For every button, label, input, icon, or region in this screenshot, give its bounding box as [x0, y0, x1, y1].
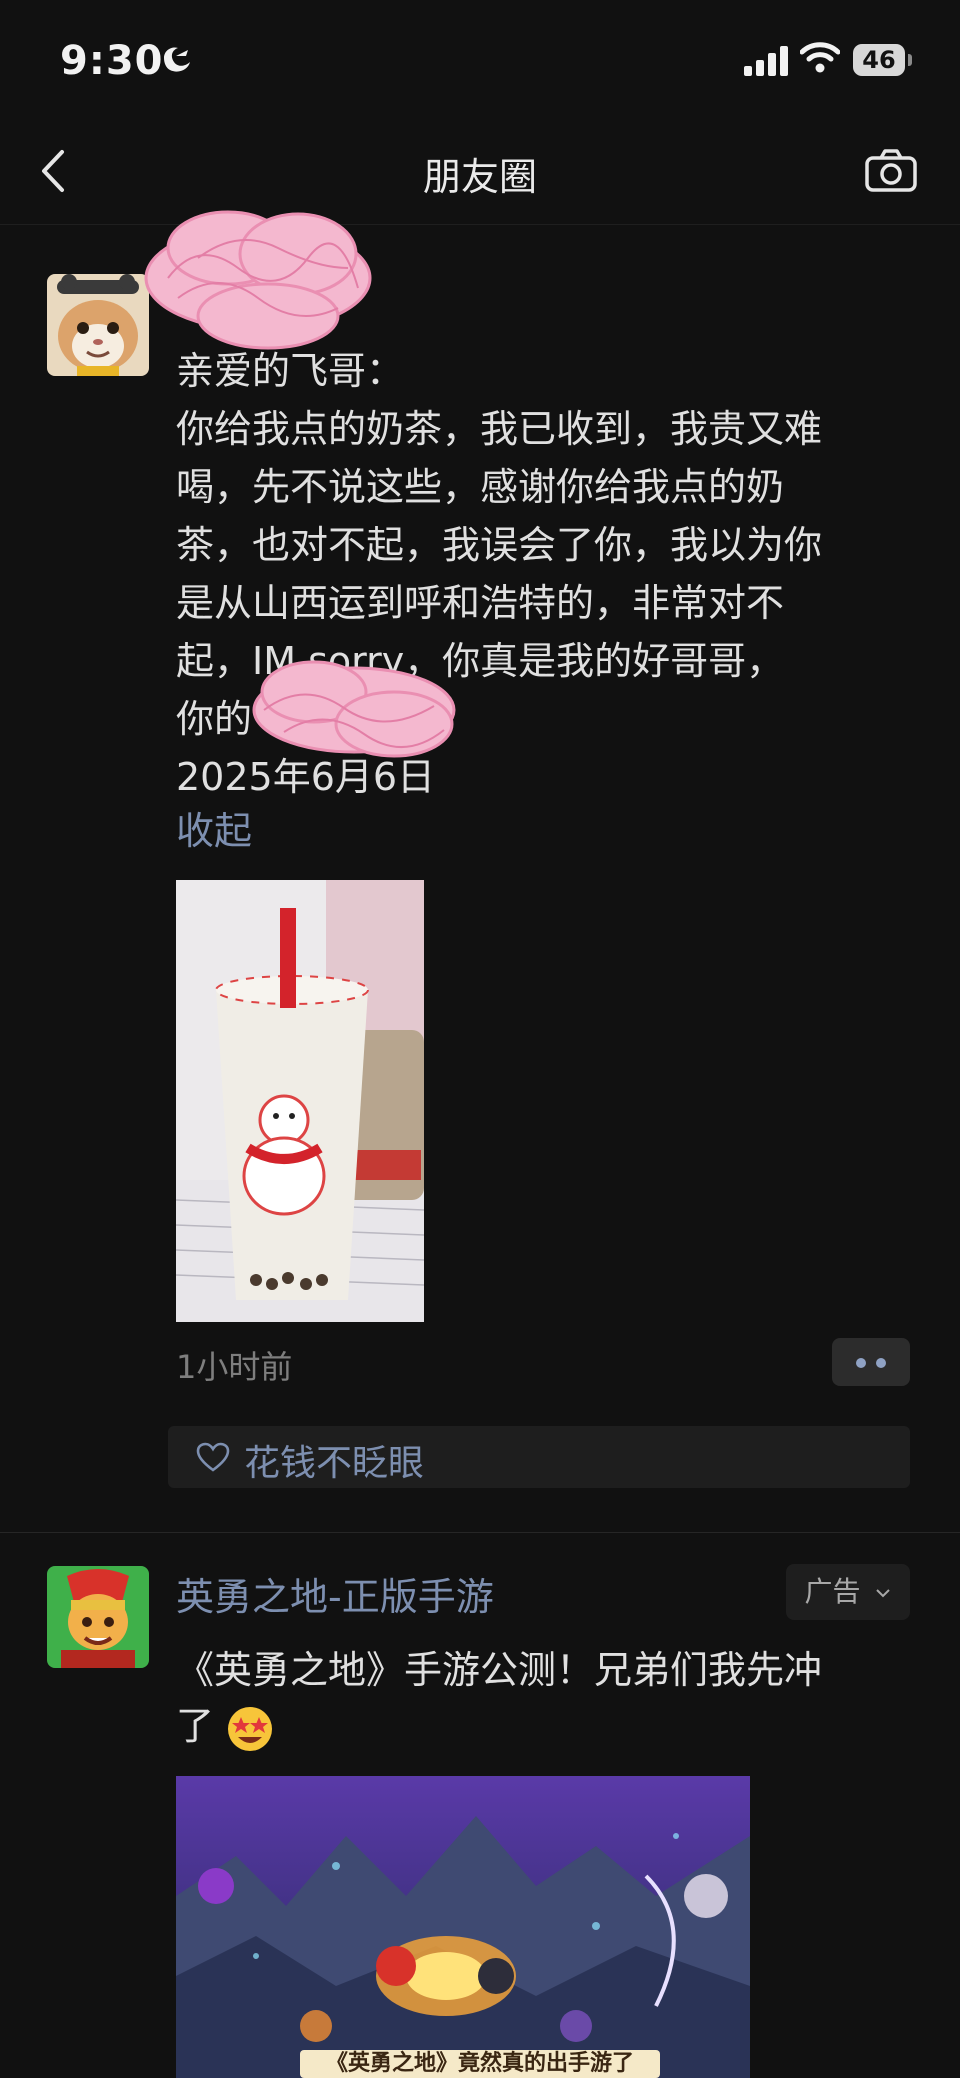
ad-account-name[interactable]: 英勇之地-正版手游: [176, 1566, 494, 1621]
more-actions-button[interactable]: [832, 1338, 910, 1386]
dot-icon: [876, 1358, 886, 1368]
post-line: 是从山西运到呼和浩特的，非常对不: [176, 581, 785, 625]
status-time: 9:30: [60, 38, 164, 84]
ad-text-line: 了: [176, 1704, 215, 1748]
likes-bar: 花钱不眨眼: [168, 1426, 910, 1488]
post-divider: [0, 1532, 960, 1533]
focus-mode-icon: [164, 47, 190, 72]
post-photo[interactable]: [176, 880, 424, 1322]
cellular-signal-icon: [744, 46, 788, 76]
heart-icon: [196, 1442, 230, 1472]
battery-cap: [908, 54, 912, 66]
liker-name[interactable]: 花钱不眨眼: [244, 1434, 424, 1486]
ad-tag-label: 广告: [804, 1575, 861, 1608]
post-line: 亲爱的飞哥：: [176, 349, 405, 393]
status-bar: 9:30 46: [0, 0, 960, 120]
battery-indicator: 46: [853, 44, 905, 76]
post-line: 喝，先不说这些，感谢你给我点的奶: [176, 465, 785, 509]
ad-text-line: 《英勇之地》手游公测！兄弟们我先冲: [176, 1648, 823, 1692]
chevron-down-icon: [876, 1589, 891, 1598]
dot-icon: [856, 1358, 866, 1368]
redaction-scribble: [252, 660, 456, 758]
page-title: 朋友圈: [422, 155, 537, 199]
ad-tag-dropdown[interactable]: 广告: [786, 1564, 910, 1620]
ad-text: 《英勇之地》手游公测！兄弟们我先冲 了: [176, 1642, 916, 1754]
avatar[interactable]: [47, 274, 149, 376]
post-line: 茶，也对不起，我误会了你，我以为你: [176, 523, 823, 567]
camera-icon[interactable]: [864, 148, 918, 194]
post-line: 你给我点的奶茶，我已收到，我贵又难: [176, 407, 823, 451]
collapse-link[interactable]: 收起: [176, 800, 252, 855]
post-timestamp: 1小时前: [176, 1348, 293, 1386]
wifi-icon: [800, 42, 840, 73]
redaction-scribble: [144, 210, 372, 350]
star-eyes-emoji-icon: [228, 1706, 273, 1751]
ad-banner-image[interactable]: [176, 1776, 750, 2078]
ad-caption: 《英勇之地》竟然真的出手游了: [300, 2050, 660, 2078]
ad-avatar[interactable]: [47, 1566, 149, 1668]
